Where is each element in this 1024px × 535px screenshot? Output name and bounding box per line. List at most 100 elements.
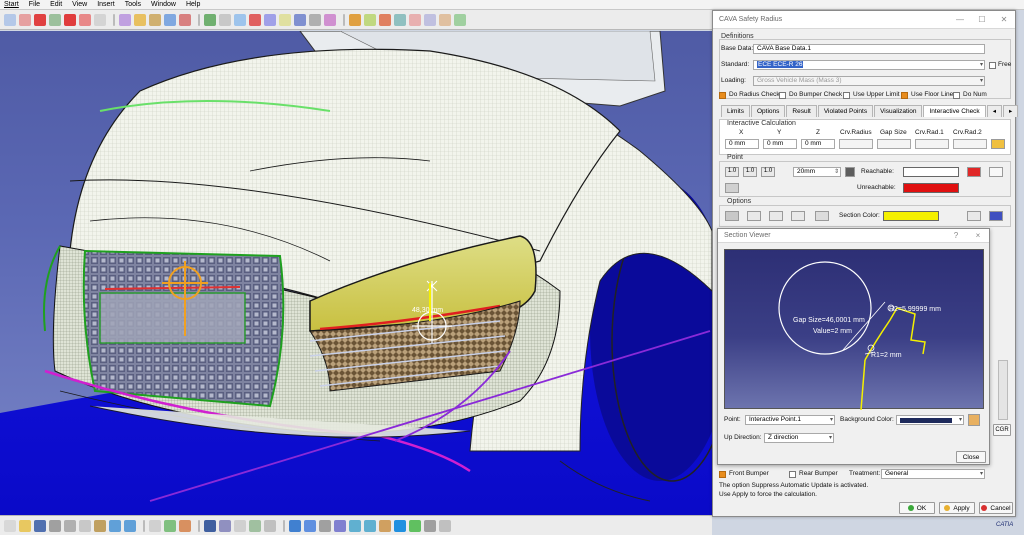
tool-move-icon[interactable] xyxy=(79,13,91,26)
free-checkbox[interactable] xyxy=(989,62,996,69)
section-flag-icon[interactable] xyxy=(989,211,1003,221)
tab-options[interactable]: Options xyxy=(750,105,786,117)
tab-scroll-left-icon[interactable]: ◂ xyxy=(986,105,1002,117)
tool-reflect-icon[interactable] xyxy=(439,13,451,26)
menu-window[interactable]: Window xyxy=(151,0,176,10)
snap-icon[interactable] xyxy=(234,519,246,532)
reachable-color-picker[interactable] xyxy=(903,167,959,177)
tool-connect-icon[interactable] xyxy=(379,13,391,26)
tool-mapping-icon[interactable] xyxy=(424,13,436,26)
iso-view-icon[interactable] xyxy=(394,519,406,532)
cut-icon[interactable] xyxy=(64,519,76,532)
interactive-pick-icon[interactable] xyxy=(991,139,1005,149)
tool-normal-icon[interactable] xyxy=(264,13,276,26)
tool-view-icon[interactable] xyxy=(279,13,291,26)
menu-insert[interactable]: Insert xyxy=(97,0,115,10)
rotate-view-icon[interactable] xyxy=(334,519,346,532)
copy-icon[interactable] xyxy=(79,519,91,532)
undo-icon[interactable] xyxy=(109,519,121,532)
ok-button[interactable]: OK xyxy=(899,502,935,514)
tab-violated-points[interactable]: Violated Points xyxy=(817,105,874,117)
tab-interactive-check[interactable]: Interactive Check xyxy=(923,105,986,117)
fly-mode-icon[interactable] xyxy=(289,519,301,532)
point-mode-1-button[interactable]: 1.0 xyxy=(725,167,739,177)
option-grid-icon[interactable] xyxy=(725,211,739,221)
point-dot-icon[interactable] xyxy=(725,183,739,193)
tool-measure-icon[interactable] xyxy=(94,13,106,26)
side-cgr-button[interactable]: CGR xyxy=(993,424,1011,436)
y-field[interactable]: 0 mm xyxy=(763,139,797,149)
viewer-close-button[interactable]: Close xyxy=(956,451,986,463)
tool-fit-icon[interactable] xyxy=(249,13,261,26)
zoom-out-icon[interactable] xyxy=(364,519,376,532)
menu-view[interactable]: View xyxy=(72,0,87,10)
standard-dropdown[interactable]: ECE ECE-R 26 ▾ xyxy=(753,60,985,70)
hide-show-icon[interactable] xyxy=(424,519,436,532)
option-sphere-icon[interactable] xyxy=(769,211,783,221)
minimize-icon[interactable]: — xyxy=(949,15,971,24)
tool-plane-icon[interactable] xyxy=(49,13,61,26)
workbench-icon[interactable] xyxy=(264,519,276,532)
tool-analysis-icon[interactable] xyxy=(349,13,361,26)
save-icon[interactable] xyxy=(34,519,46,532)
option-plane-icon[interactable] xyxy=(791,211,805,221)
fit-all-icon[interactable] xyxy=(304,519,316,532)
viewer-options-icon[interactable] xyxy=(968,414,980,426)
base-data-field[interactable]: CAVA Base Data.1 xyxy=(753,44,985,54)
floor-line-checkbox[interactable] xyxy=(901,92,908,99)
tool-surface-icon[interactable] xyxy=(4,13,16,26)
car-model-render[interactable] xyxy=(0,31,712,515)
point-mode-2-button[interactable]: 1.0 xyxy=(743,167,757,177)
radius-check-checkbox[interactable] xyxy=(719,92,726,99)
knowledge-icon[interactable] xyxy=(164,519,176,532)
tool-swap-icon[interactable] xyxy=(324,13,336,26)
catalog-icon[interactable] xyxy=(179,519,191,532)
option-curve-icon[interactable] xyxy=(815,211,829,221)
reachable-style-icon[interactable] xyxy=(967,167,981,177)
tool-pan-icon[interactable] xyxy=(219,13,231,26)
loading-dropdown[interactable]: Gross Vehicle Mass (Mass 3) ▾ xyxy=(753,76,985,86)
dialog-scrollbar[interactable] xyxy=(998,360,1008,420)
help-icon[interactable]: ? xyxy=(945,231,967,240)
tool-curvature-icon[interactable] xyxy=(364,13,376,26)
reachable-marker-icon[interactable] xyxy=(989,167,1003,177)
close-icon[interactable]: × xyxy=(967,231,989,240)
cancel-button[interactable]: Cancel xyxy=(979,502,1013,514)
menu-start[interactable]: Start xyxy=(4,0,19,10)
close-icon[interactable]: ✕ xyxy=(993,15,1015,24)
tab-visualization[interactable]: Visualization xyxy=(874,105,923,117)
tab-result[interactable]: Result xyxy=(786,105,817,117)
point-size-spinner[interactable]: 20mm ⇕ xyxy=(793,167,841,177)
open-file-icon[interactable] xyxy=(19,519,31,532)
tool-point-icon[interactable] xyxy=(34,13,46,26)
section-view-icon[interactable] xyxy=(967,211,981,221)
tab-limits[interactable]: Limits xyxy=(721,105,750,117)
rear-bumper-checkbox[interactable] xyxy=(789,471,796,478)
menu-edit[interactable]: Edit xyxy=(50,0,62,10)
tool-pad-icon[interactable] xyxy=(149,13,161,26)
point-globe-icon[interactable] xyxy=(845,167,855,177)
redo-icon[interactable] xyxy=(124,519,136,532)
x-field[interactable]: 0 mm xyxy=(725,139,759,149)
point-mode-3-button[interactable]: 1.0 xyxy=(761,167,775,177)
tool-curve-icon[interactable] xyxy=(19,13,31,26)
do-num-checkbox[interactable] xyxy=(953,92,960,99)
unreachable-color-picker[interactable] xyxy=(903,183,959,193)
tab-scroll-right-icon[interactable]: ▸ xyxy=(1002,105,1019,117)
shading-icon[interactable] xyxy=(409,519,421,532)
treatment-dropdown[interactable]: General ▾ xyxy=(881,469,985,479)
tool-highlight-icon[interactable] xyxy=(454,13,466,26)
apply-button[interactable]: Apply xyxy=(939,502,975,514)
option-bar-icon[interactable] xyxy=(747,211,761,221)
z-field[interactable]: 0 mm xyxy=(801,139,835,149)
print-icon[interactable] xyxy=(49,519,61,532)
bumper-check-checkbox[interactable] xyxy=(779,92,786,99)
grid-icon[interactable] xyxy=(219,519,231,532)
tool-fillet-icon[interactable] xyxy=(179,13,191,26)
formula-icon[interactable] xyxy=(149,519,161,532)
front-bumper-checkbox[interactable] xyxy=(719,471,726,478)
tool-hide-icon[interactable] xyxy=(309,13,321,26)
menu-file[interactable]: File xyxy=(29,0,40,10)
up-direction-dropdown[interactable]: Z direction ▾ xyxy=(764,433,834,443)
3d-viewport[interactable]: 48,30 mm xyxy=(0,31,712,515)
